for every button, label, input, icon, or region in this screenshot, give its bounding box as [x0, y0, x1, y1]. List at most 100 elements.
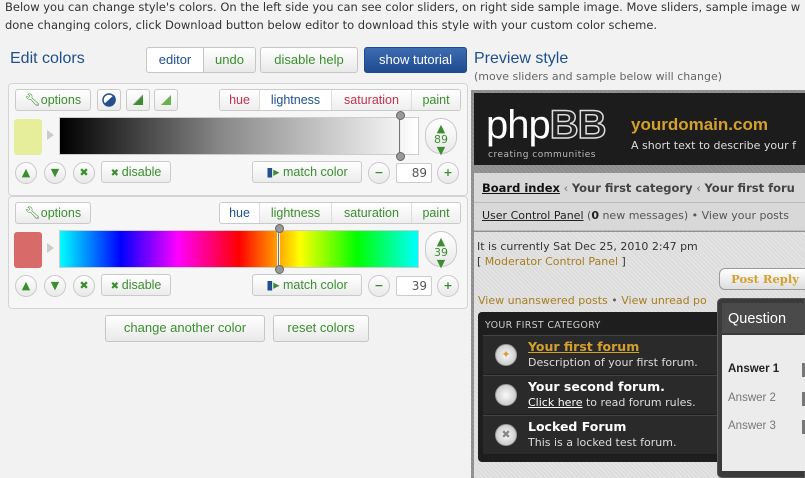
disable-button[interactable]: ✖ disable [101, 161, 171, 183]
up-arrow-icon: ▲ [21, 166, 31, 179]
minus-icon: − [374, 166, 384, 179]
increment-button[interactable]: + [437, 162, 459, 184]
board-index-link[interactable]: Board index [482, 181, 560, 195]
tab-saturation[interactable]: saturation [332, 203, 412, 223]
unread-link[interactable]: View unread po [621, 294, 707, 307]
move-down-button[interactable]: ▼ [44, 162, 66, 184]
arrow-right-icon [47, 130, 54, 140]
answer-item[interactable]: Answer 3 [728, 420, 776, 432]
category-header: YOUR FIRST CATEGORY [485, 320, 601, 331]
site-description: A short text to describe your f [631, 139, 796, 152]
change-another-color-button[interactable]: change another color [105, 315, 265, 342]
color-panel-1: 🔧︎options hue lightness saturation paint… [8, 83, 468, 196]
tab-lightness[interactable]: lightness [260, 203, 332, 223]
tab-paint[interactable]: paint [412, 203, 460, 223]
unanswered-link[interactable]: View unanswered posts [478, 294, 608, 307]
move-up-button[interactable]: ▲ [15, 275, 37, 297]
forum-description: This is a locked test forum. [528, 436, 677, 449]
decrement-button[interactable]: − [368, 275, 390, 297]
lightness-slider[interactable] [59, 117, 419, 155]
value-badge[interactable]: ▲ 89 ▼ [425, 118, 457, 157]
answer-item[interactable]: Answer 2 [728, 392, 776, 404]
forum-link[interactable]: Your first foru [705, 181, 795, 195]
close-icon: ✖ [79, 166, 89, 179]
undo-button[interactable]: undo [203, 47, 256, 73]
intro-text: Below you can change style's colors. On … [5, 0, 805, 31]
mcp-link[interactable]: Moderator Control Panel [485, 255, 618, 268]
increment-button[interactable]: + [437, 275, 459, 297]
color-swatch [14, 232, 42, 268]
category-link[interactable]: Your first category [572, 181, 693, 195]
dark-mode-icon-button[interactable] [154, 89, 178, 111]
forum-row[interactable]: ✦ Your first forum Description of your f… [483, 335, 723, 374]
forum-row[interactable]: ✖ Locked Forum This is a locked test for… [483, 415, 723, 454]
color-mode-icon-button[interactable] [97, 89, 121, 111]
breadcrumb: Board index ‹ Your first category ‹ Your… [482, 181, 795, 195]
editor-tab[interactable]: editor [146, 47, 204, 73]
wrench-icon: 🔧︎ [24, 206, 41, 220]
move-up-button[interactable]: ▲ [15, 162, 37, 184]
forum-title[interactable]: Locked Forum [528, 419, 626, 434]
value-input[interactable]: 39 [396, 276, 432, 296]
ucp-link[interactable]: User Control Panel [482, 209, 584, 222]
gradient-icon [161, 95, 171, 105]
answer-item[interactable]: Answer 1 [728, 363, 779, 375]
match-color-button[interactable]: ▮▸ match color [252, 274, 362, 296]
forum-description: Click here to read forum rules. [528, 396, 696, 409]
post-reply-button[interactable]: Post Reply [719, 268, 805, 290]
locked-icon: ✖ [495, 424, 517, 446]
preview-subtitle: (move sliders and sample below will chan… [474, 70, 722, 83]
mcp-line: [ Moderator Control Panel ] [477, 255, 626, 268]
show-tutorial-button[interactable]: show tutorial [364, 47, 467, 73]
slider-mode-tabs: hue lightness saturation paint [219, 202, 461, 224]
color-swatch [14, 119, 42, 155]
tab-hue[interactable]: hue [220, 90, 260, 110]
tab-saturation[interactable]: saturation [332, 90, 412, 110]
forum-title[interactable]: Your second forum. [528, 379, 665, 394]
forum-new-icon: ✦ [495, 344, 517, 366]
remove-button[interactable]: ✖ [73, 275, 95, 297]
forum-row[interactable]: Your second forum. Click here to read fo… [483, 375, 723, 414]
tab-paint[interactable]: paint [412, 90, 460, 110]
light-mode-icon-button[interactable] [126, 89, 150, 111]
chevron-down-icon: ▼ [436, 257, 446, 270]
arrow-right-icon [47, 243, 54, 253]
slider-handle[interactable] [396, 111, 405, 161]
rules-link[interactable]: Click here [528, 396, 583, 409]
current-time: It is currently Sat Dec 25, 2010 2:47 pm [477, 240, 698, 253]
forum-description: Description of your first forum. [528, 356, 698, 369]
disable-button[interactable]: ✖ disable [101, 274, 171, 296]
edit-colors-title: Edit colors [10, 50, 85, 67]
disable-help-button[interactable]: disable help [260, 47, 358, 73]
tab-hue[interactable]: hue [220, 203, 260, 223]
value-badge[interactable]: ▲ 39 ▼ [425, 231, 457, 270]
x-icon: ✖ [110, 281, 122, 292]
preview-style-title: Preview style [474, 50, 569, 67]
view-links: View unanswered posts • View unread po [478, 294, 707, 307]
remove-button[interactable]: ✖ [73, 162, 95, 184]
down-arrow-icon: ▼ [50, 166, 60, 179]
hue-slider[interactable] [59, 230, 419, 268]
wrench-icon: 🔧︎ [24, 93, 41, 107]
color-panel-2: 🔧︎options hue lightness saturation paint… [8, 196, 468, 309]
question-title: Question [722, 303, 805, 333]
forum-title[interactable]: Your first forum [528, 339, 639, 354]
value-input[interactable]: 89 [396, 163, 432, 183]
contrast-icon [132, 94, 144, 106]
options-button[interactable]: 🔧︎options [15, 89, 91, 111]
down-arrow-icon: ▼ [50, 279, 60, 292]
options-button[interactable]: 🔧︎options [15, 202, 91, 224]
match-color-button[interactable]: ▮▸ match color [252, 161, 362, 183]
chevron-down-icon: ▼ [436, 144, 446, 157]
tab-lightness[interactable]: lightness [260, 90, 332, 110]
slider-mode-tabs: hue lightness saturation paint [219, 89, 461, 111]
decrement-button[interactable]: − [368, 162, 390, 184]
reset-colors-button[interactable]: reset colors [273, 315, 369, 342]
forum-list: YOUR FIRST CATEGORY ✦ Your first forum D… [478, 312, 723, 462]
site-domain: yourdomain.com [631, 115, 768, 134]
half-circle-icon [102, 93, 116, 107]
move-down-button[interactable]: ▼ [44, 275, 66, 297]
slider-handle[interactable] [275, 224, 284, 274]
plus-icon: + [443, 166, 453, 179]
x-icon: ✖ [110, 168, 122, 179]
